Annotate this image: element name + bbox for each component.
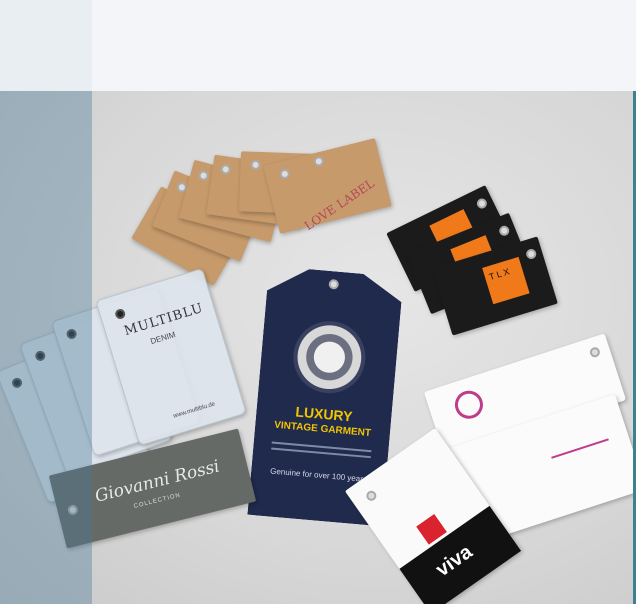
hang-tags-photo: LOVE LABEL MULTIBLU DENIM www.multiblu.d… [0, 91, 636, 604]
kraft-tag-text: LOVE LABEL [301, 176, 377, 234]
top-blank-area [0, 0, 636, 91]
clear-tag-url: www.multiblu.de [172, 401, 216, 420]
seal-emblem [290, 318, 368, 396]
clear-tag-subtext: DENIM [149, 329, 177, 347]
flower-icon [451, 387, 487, 423]
left-overlay-panel [0, 91, 92, 604]
top-left-strip [0, 0, 92, 91]
